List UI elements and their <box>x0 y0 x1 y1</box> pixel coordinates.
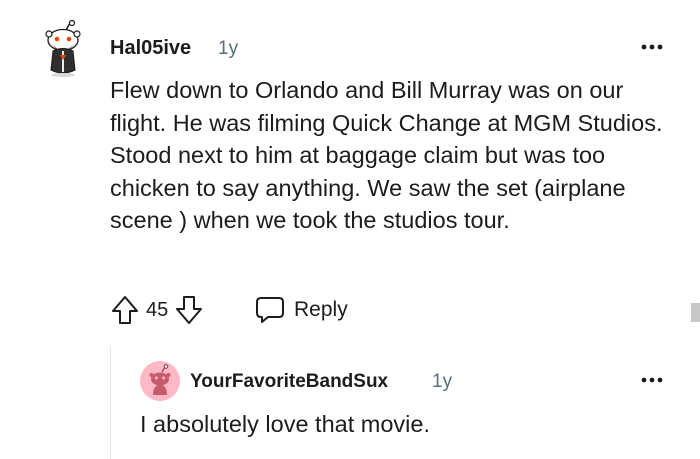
comment-timestamp[interactable]: 1y <box>218 38 238 60</box>
more-options-icon[interactable] <box>640 373 664 385</box>
reply-username[interactable]: YourFavoriteBandSux <box>190 371 388 393</box>
vote-score: 45 <box>146 298 169 321</box>
vote-controls: 45 <box>110 292 204 328</box>
more-options-icon[interactable] <box>640 40 664 52</box>
reply-timestamp[interactable]: 1y <box>432 371 452 393</box>
speech-bubble-icon <box>254 295 286 325</box>
scrollbar-thumb[interactable] <box>691 303 700 322</box>
reply-avatar[interactable] <box>140 361 180 401</box>
reply-button[interactable]: Reply <box>254 292 348 328</box>
comment-body: Flew down to Orlando and Bill Murray was… <box>110 77 663 233</box>
comment-username[interactable]: Hal05ive <box>110 37 191 60</box>
reply-body: I absolutely love that movie. <box>140 411 430 437</box>
reply-label: Reply <box>294 298 348 321</box>
downvote-arrow-icon[interactable] <box>174 294 204 326</box>
thread-line[interactable] <box>110 347 111 459</box>
commenter-avatar[interactable] <box>36 19 90 78</box>
upvote-arrow-icon[interactable] <box>110 294 140 326</box>
